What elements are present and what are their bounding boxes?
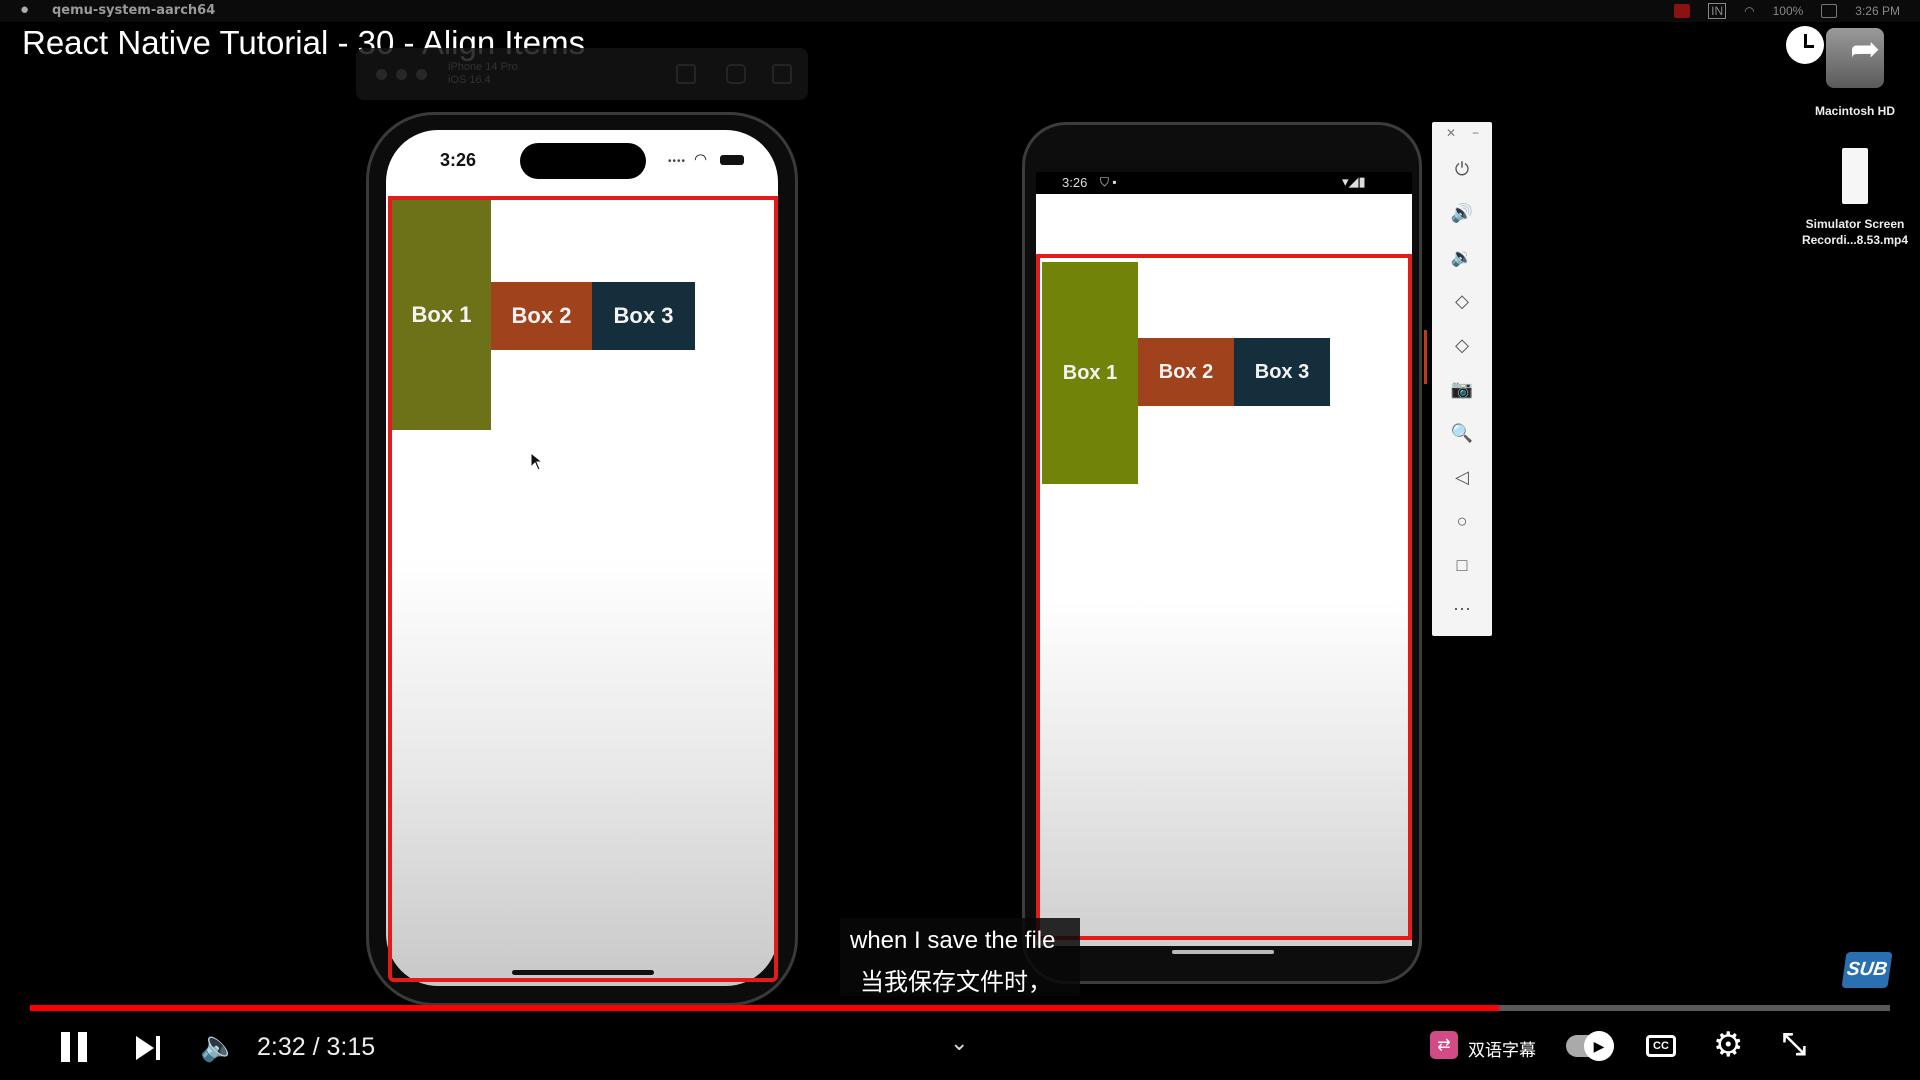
file-label-line-1: Simulator Screen bbox=[1805, 217, 1905, 231]
android-box-1: Box 1 bbox=[1042, 262, 1138, 484]
watch-later-icon[interactable] bbox=[1786, 26, 1824, 64]
overview-icon[interactable]: □ bbox=[1432, 550, 1492, 580]
input-source-indicator[interactable]: IN bbox=[1708, 3, 1727, 19]
zoom-icon[interactable]: 🔍 bbox=[1432, 418, 1492, 448]
bilingual-subtitle-label[interactable]: 双语字幕 bbox=[1468, 1036, 1536, 1061]
volume-button[interactable]: 🔈 bbox=[200, 1032, 237, 1062]
menubar-clock[interactable]: 3:26 PM bbox=[1855, 4, 1900, 18]
ios-status-time: 3:26 bbox=[440, 150, 477, 170]
pause-icon bbox=[78, 1032, 87, 1062]
record-icon[interactable] bbox=[1674, 4, 1691, 18]
sub-badge[interactable]: SUB bbox=[1841, 952, 1893, 988]
android-status-time: 3:26 bbox=[1062, 175, 1088, 190]
rotate-left-icon[interactable]: ◇ bbox=[1432, 286, 1492, 316]
dynamic-island bbox=[520, 143, 646, 179]
video-file-icon[interactable] bbox=[1842, 148, 1868, 204]
pause-button[interactable] bbox=[58, 1030, 90, 1064]
share-icon[interactable]: ➦ bbox=[1850, 28, 1880, 70]
android-side-button[interactable] bbox=[1424, 330, 1427, 384]
battery-icon bbox=[720, 155, 744, 165]
wifi-icon: ◠ bbox=[694, 151, 708, 168]
close-icon[interactable]: ✕ bbox=[1446, 126, 1456, 140]
battery-icon[interactable] bbox=[1821, 4, 1838, 18]
power-icon[interactable]: ⏻ bbox=[1432, 154, 1492, 184]
volume-down-icon[interactable]: 🔉 bbox=[1432, 242, 1492, 272]
home-icon[interactable] bbox=[676, 64, 696, 84]
emulator-control-panel: ✕ − ⏻ 🔊 🔉 ◇ ◇ 📷 🔍 ◁ ○ □ ⋯ bbox=[1432, 122, 1492, 636]
chevron-down-icon[interactable]: ⌄ bbox=[950, 1030, 968, 1056]
pause-icon bbox=[61, 1032, 70, 1062]
simulator-toolbar: iPhone 14 Pro iOS 16.4 bbox=[356, 48, 808, 100]
next-icon bbox=[156, 1036, 160, 1060]
wifi-icon[interactable]: ◠ bbox=[1744, 4, 1754, 18]
next-icon bbox=[136, 1036, 154, 1060]
simulator-device-label: iPhone 14 Pro iOS 16.4 bbox=[448, 61, 518, 87]
rotate-icon[interactable] bbox=[772, 64, 792, 84]
ios-box-3: Box 3 bbox=[592, 282, 695, 350]
android-signal-battery-icon: ▾◢▮ bbox=[1342, 174, 1366, 189]
file-label-line-2: Recordi...8.53.mp4 bbox=[1801, 233, 1909, 247]
android-notification-icons: ⛉ ▪ bbox=[1100, 175, 1117, 189]
simulator-os-version: iOS 16.4 bbox=[448, 74, 491, 86]
mac-menu-bar: ● qemu-system-aarch64 IN ◠ 100% 3:26 PM bbox=[0, 0, 1920, 22]
window-close-dot[interactable] bbox=[376, 69, 387, 80]
rotate-right-icon[interactable]: ◇ bbox=[1432, 330, 1492, 360]
back-icon[interactable]: ◁ bbox=[1432, 462, 1492, 492]
more-icon[interactable]: ⋯ bbox=[1432, 594, 1492, 624]
captions-button[interactable]: CC bbox=[1646, 1035, 1676, 1057]
ios-box-1: Box 1 bbox=[392, 200, 491, 430]
simulator-device-name: iPhone 14 Pro bbox=[448, 61, 518, 73]
ios-box-2: Box 2 bbox=[491, 282, 592, 350]
battery-percent: 100% bbox=[1772, 4, 1804, 18]
settings-icon[interactable]: ⚙ bbox=[1713, 1028, 1743, 1062]
window-minimize-dot[interactable] bbox=[396, 69, 407, 80]
android-home-indicator[interactable] bbox=[1172, 950, 1274, 954]
caption-english: when I save the file bbox=[850, 927, 1056, 954]
autoplay-play-icon[interactable]: ▶ bbox=[1584, 1031, 1614, 1061]
file-label[interactable]: Simulator Screen Recordi...8.53.mp4 bbox=[1786, 216, 1920, 248]
caption-chinese: 当我保存文件时， bbox=[860, 968, 1052, 996]
exit-fullscreen-icon[interactable]: ⤡ bbox=[1782, 1030, 1806, 1060]
home-icon[interactable]: ○ bbox=[1432, 506, 1492, 536]
bilingual-subtitle-icon[interactable]: ⇄ bbox=[1430, 1031, 1458, 1059]
window-zoom-dot[interactable] bbox=[416, 69, 427, 80]
cellular-signal-icon: •••• bbox=[668, 156, 687, 167]
time-display: 2:32 / 3:15 bbox=[257, 1033, 376, 1061]
screenshot-icon[interactable] bbox=[726, 64, 746, 84]
progress-played bbox=[30, 1005, 1500, 1011]
android-box-3: Box 3 bbox=[1234, 338, 1330, 406]
menubar-app-name[interactable]: qemu-system-aarch64 bbox=[52, 3, 215, 18]
camera-icon[interactable]: 📷 bbox=[1432, 374, 1492, 404]
disk-label[interactable]: Macintosh HD bbox=[1792, 104, 1918, 118]
apple-icon[interactable]: ● bbox=[20, 1, 29, 18]
menubar-status-area: IN ◠ 100% 3:26 PM bbox=[1674, 3, 1900, 19]
mouse-cursor-icon bbox=[530, 452, 544, 471]
android-box-2: Box 2 bbox=[1138, 338, 1234, 406]
next-button[interactable] bbox=[136, 1034, 166, 1062]
minimize-icon[interactable]: − bbox=[1472, 126, 1479, 140]
volume-up-icon[interactable]: 🔊 bbox=[1432, 198, 1492, 228]
ios-home-indicator[interactable] bbox=[512, 970, 654, 975]
